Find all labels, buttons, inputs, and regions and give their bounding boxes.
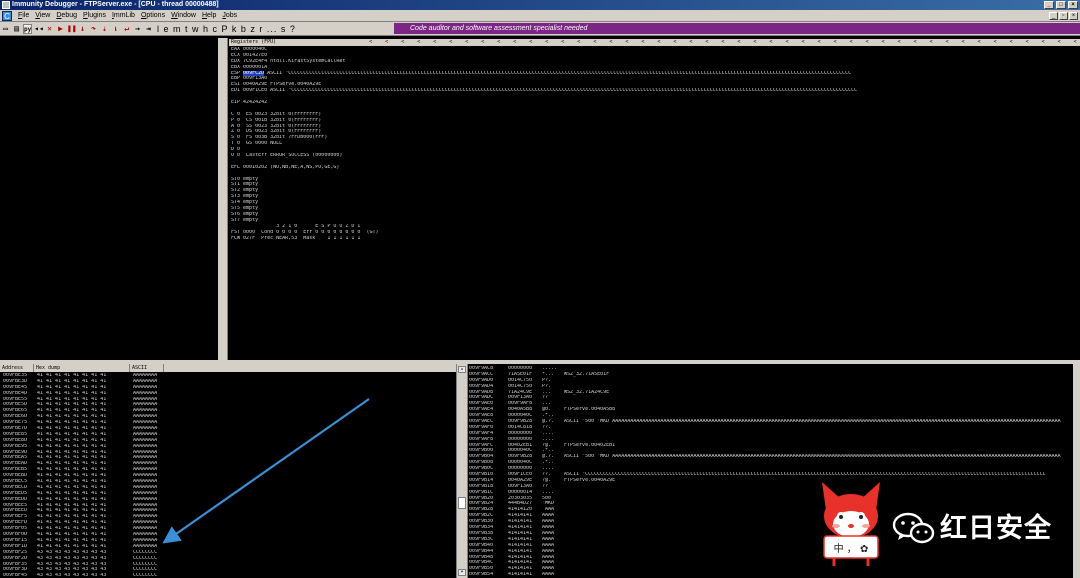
close-process-icon[interactable]: ✕	[45, 24, 54, 34]
mdi-close-button[interactable]: ×	[1069, 12, 1078, 20]
menu-options[interactable]: Options	[138, 10, 168, 22]
ad-banner[interactable]: Code auditor and software assessment spe…	[394, 23, 1080, 34]
dump-rows: 009FBE35 41 41 41 41 41 41 41 41 AAAAAAAA 0…	[3, 373, 157, 578]
trace-over-icon[interactable]: ⇂	[111, 24, 120, 34]
stack-comment: WS2_32.71A5E01F	[564, 371, 610, 377]
dump-col-ascii[interactable]: ASCII	[130, 364, 164, 372]
attach-icon[interactable]: ▤	[12, 24, 21, 34]
stack-comment: ASCII "500 'MKD AAAAAAAAAAAAAAAAAAAAAAAA…	[564, 454, 1061, 460]
stack-comment: ASCII "500 'MKD AAAAAAAAAAAAAAAAAAAAAAAA…	[564, 419, 1061, 425]
register-line[interactable]: ESP 009FC2D ASCII "CCCCCCCCCCCCCCCCCCCCC…	[231, 70, 857, 77]
brand-watermark: 红日安全	[940, 513, 1052, 544]
stack-value: 41414141	[508, 572, 533, 578]
maximize-button[interactable]: □	[1056, 1, 1066, 9]
stack-row[interactable]: 009F9B54 41414141 AAAA	[469, 572, 1061, 578]
menu-file[interactable]: File	[15, 10, 32, 22]
badge-text: 中 ， ✿	[834, 542, 869, 555]
scroll-up-button[interactable]: ▴	[458, 366, 466, 373]
dump-hex: 43 43 43 43 43 43 43 43	[37, 573, 107, 578]
registers-nav-arrows[interactable]: <<<<<<<<<<<<<<<<<<<<<<<<<<<<<<<<<<<<<<<<…	[369, 39, 1080, 45]
step-into-icon[interactable]: ↓	[78, 24, 87, 34]
run-icon[interactable]: ▶	[56, 24, 65, 34]
python-icon[interactable]: py	[23, 23, 32, 34]
window-shortcuts[interactable]: l e m t w h c P k b z r ... s ?	[157, 24, 296, 34]
dump-scrollbar[interactable]: ▴ ▾	[456, 364, 468, 578]
animate-icon[interactable]: ⇥	[144, 24, 153, 34]
registers-title: Registers (FPU)	[231, 39, 277, 45]
stack-address: 009F9B54	[469, 572, 494, 578]
register-line[interactable]: EDI 009F1CE0 ASCII "CCCCCCCCCCCCCCCCCCCC…	[231, 88, 857, 94]
dump-col-hex[interactable]: Hex dump	[34, 364, 130, 372]
mdi-minimize-button[interactable]: _	[1049, 12, 1058, 20]
disassembly-pane[interactable]	[0, 38, 218, 360]
dump-header: Address Hex dump ASCII	[0, 364, 456, 372]
register-line[interactable]: FCW 027F Prec NEAR,53 Mask 1 1 1 1 1 1	[231, 236, 857, 242]
cpu-window-icon: C	[2, 10, 12, 21]
toolbar: ▭ ▤ py ◂◂ ✕ ▶ ❚❚ ↓ ↷ ⇣ ⇂ ↵ → ⇥ l e m t w…	[0, 22, 1080, 36]
trace-into-icon[interactable]: ⇣	[100, 24, 109, 34]
stack-comment: ASCII "CCCCCCCCCCCCCCCCCCCCCCCCCCCCCCCCC…	[564, 472, 1046, 478]
register-lines: EAX 0000040C ECX 001427E0 EDX 7C92E4F4 ntd…	[231, 47, 857, 241]
window-titlebar: Immunity Debugger - FTPServer.exe - [CPU…	[0, 0, 1080, 10]
open-icon[interactable]: ▭	[1, 24, 10, 34]
registers-scrollbar[interactable]	[221, 38, 228, 360]
scroll-thumb[interactable]	[458, 497, 466, 509]
esp-value-highlight[interactable]: 009FC2D	[243, 70, 265, 76]
menu-window[interactable]: Window	[168, 10, 199, 22]
minimize-button[interactable]: _	[1044, 1, 1054, 9]
stack-comment: FTPServe.0040A5B8	[564, 407, 616, 413]
fox-mascot-logo: 中 ， ✿	[822, 482, 880, 566]
stack-comment: FTPServe.00402EB1	[564, 442, 616, 448]
dump-address: 009FBF45	[3, 573, 28, 578]
menu-immlib[interactable]: ImmLib	[109, 10, 138, 22]
stack-rows: 009F9AC8 00000000..... 009F9ACC 71A5E01F *..…	[469, 366, 1061, 578]
registers-pane[interactable]: Registers (FPU) <<<<<<<<<<<<<<<<<<<<<<<<…	[221, 38, 1080, 360]
dump-ascii: CCCCCCCC	[133, 573, 158, 578]
mdi-restore-button[interactable]: ▫	[1059, 12, 1068, 20]
execute-till-return-icon[interactable]: ↵	[122, 24, 131, 34]
hex-dump-pane[interactable]: Address Hex dump ASCII 009FBE35 41 41 41 …	[0, 364, 456, 578]
app-icon	[2, 1, 10, 9]
stack-ascii: AAAA	[542, 572, 555, 578]
pause-icon[interactable]: ❚❚	[67, 24, 77, 34]
dump-row[interactable]: 009FBF45 43 43 43 43 43 43 43 43 CCCCCCCC	[3, 573, 157, 578]
step-over-icon[interactable]: ↷	[89, 24, 98, 34]
menu-debug[interactable]: Debug	[53, 10, 80, 22]
stack-comment: FTPServe.0040A29E	[564, 477, 616, 483]
restart-icon[interactable]: ◂◂	[34, 24, 44, 34]
stack-scrollbar[interactable]	[1073, 364, 1080, 578]
menu-jobs[interactable]: Jobs	[219, 10, 240, 22]
stack-comment: WS2_32.71A24C9E	[564, 389, 610, 395]
menu-view[interactable]: View	[32, 10, 53, 22]
wechat-icon	[892, 512, 935, 544]
registers-header[interactable]: Registers (FPU) <<<<<<<<<<<<<<<<<<<<<<<<…	[229, 39, 1080, 46]
go-to-icon[interactable]: →	[133, 24, 142, 34]
menu-plugins[interactable]: Plugins	[80, 10, 109, 22]
scroll-down-button[interactable]: ▾	[458, 569, 466, 576]
dump-col-address[interactable]: Address	[0, 364, 34, 372]
menubar: C File View Debug Plugins ImmLib Options…	[0, 10, 1080, 22]
close-button[interactable]: ×	[1068, 1, 1078, 9]
menu-help[interactable]: Help	[199, 10, 219, 22]
window-title: Immunity Debugger - FTPServer.exe - [CPU…	[12, 1, 219, 8]
